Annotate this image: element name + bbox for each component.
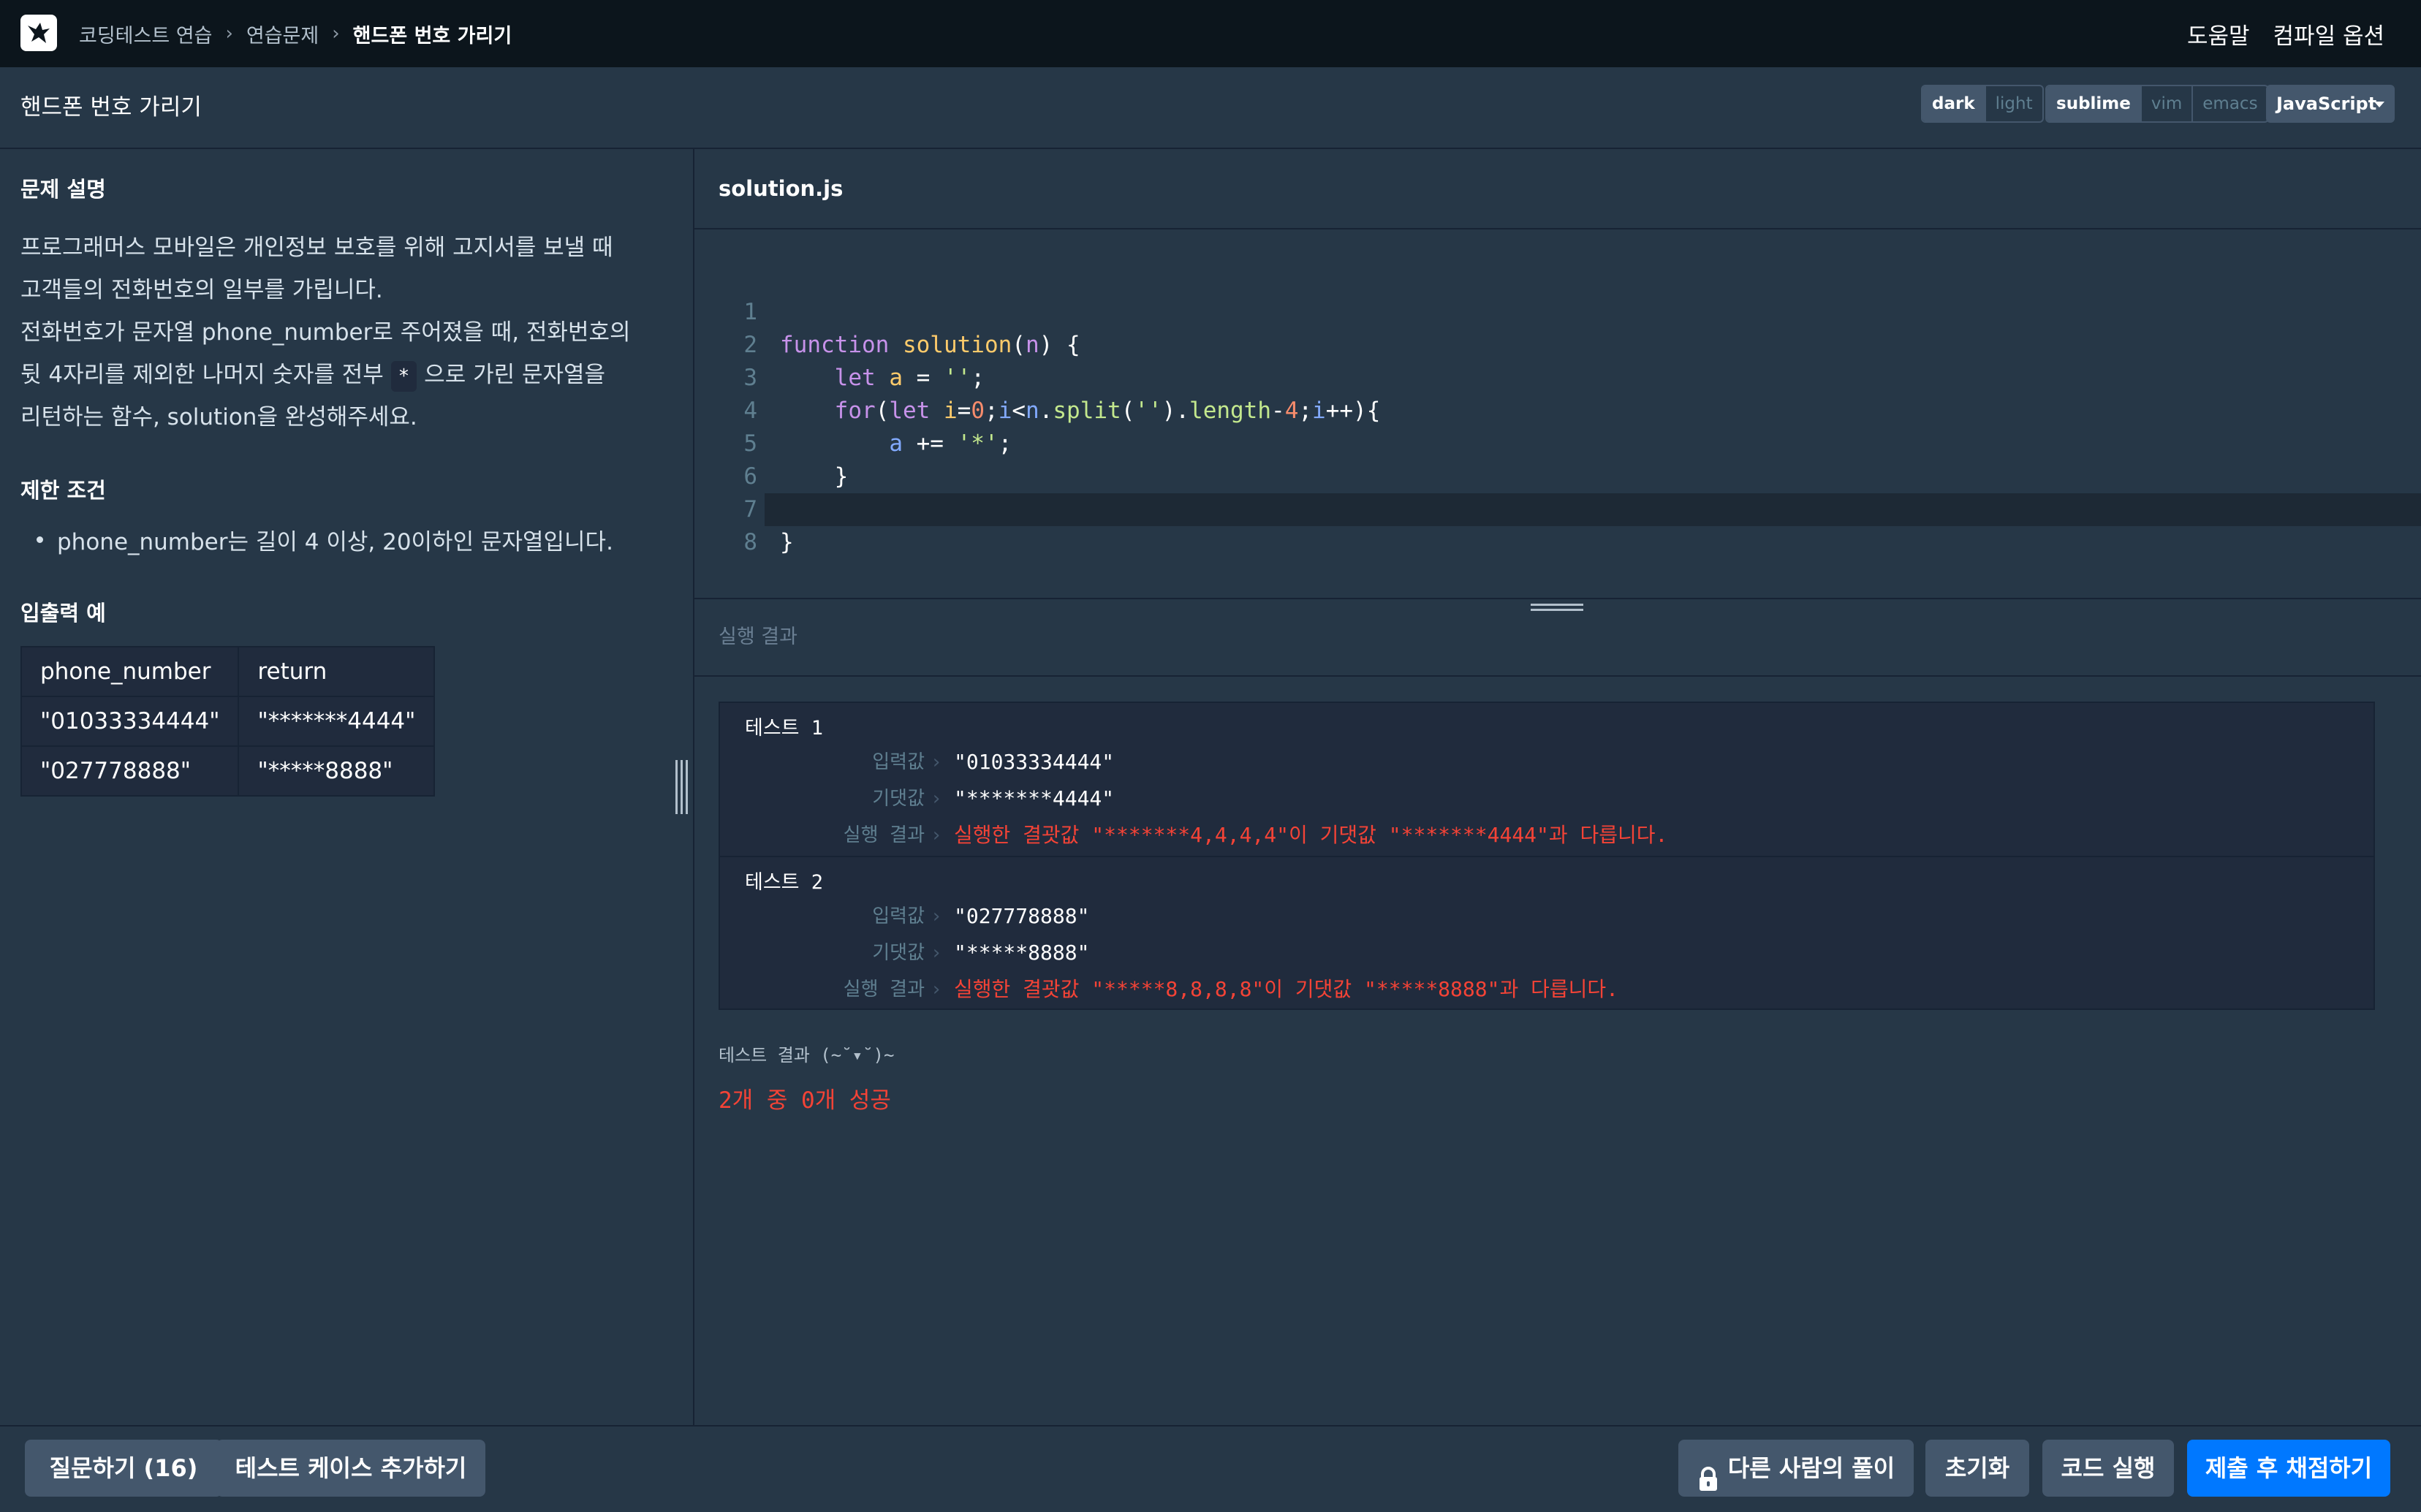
description-line: 전화번호가 문자열 phone_number로 주어졌을 때, 전화번호의 [20, 319, 631, 346]
chevron-right-icon: › [332, 23, 340, 45]
inline-code: * [390, 361, 417, 392]
add-testcase-button[interactable]: 테스트 케이스 추가하기 [216, 1440, 485, 1497]
chevron-right-icon: › [225, 23, 233, 45]
result-label: 실행 결과 [843, 824, 925, 846]
code-line[interactable]: 6 return a += n.split('').reverse().spli… [694, 428, 2421, 523]
table-cell: "01033334444" [20, 696, 240, 747]
description-text: 뒷 4자리를 제외한 나머지 숫자를 전부 [20, 362, 384, 388]
test-name: 테스트 2 [745, 871, 824, 894]
code-line[interactable]: 4 a += '*'; [694, 362, 2421, 457]
chevron-right-icon: › [931, 905, 942, 927]
description-heading: 문제 설명 [20, 177, 106, 202]
questions-button[interactable]: 질문하기 (16) [25, 1440, 222, 1497]
result-label: 실행 결과 [843, 979, 925, 1000]
run-code-button[interactable]: 코드 실행 [2042, 1440, 2174, 1497]
table-cell: "*******4444" [238, 696, 436, 747]
expected-value: "*******4444" [954, 786, 1115, 810]
test-case-1: 테스트 1 입력값 › "01033334444" 기댓값 › "*******… [720, 703, 2373, 857]
keymap-toggle: sublime vim emacs [2045, 85, 2269, 123]
theme-light-option[interactable]: light [1984, 86, 2042, 121]
input-label: 입력값 [872, 751, 925, 773]
constraints-heading: 제한 조건 [20, 478, 106, 503]
test-results: 테스트 1 입력값 › "01033334444" 기댓값 › "*******… [719, 702, 2375, 1010]
test-summary-value: 2개 중 0개 성공 [719, 1087, 891, 1114]
reset-button-label: 초기화 [1944, 1454, 2010, 1482]
code-line[interactable]: 2 let a = ''; [694, 296, 2421, 391]
bottom-action-bar: 질문하기 (16) 테스트 케이스 추가하기 다른 사람의 풀이 초기화 코드 … [0, 1425, 2421, 1505]
code-line: 8 [694, 493, 2421, 555]
chevron-right-icon: › [931, 751, 942, 773]
questions-button-label: 질문하기 (16) [49, 1454, 198, 1482]
description-line: 뒷 4자리를 제외한 나머지 숫자를 전부 * 으로 가린 문자열을 [20, 354, 664, 396]
examples-heading: 입출력 예 [20, 601, 106, 626]
table-header: phone_number [20, 646, 240, 697]
theme-dark-option[interactable]: dark [1922, 86, 1985, 121]
description-line: 고객들의 전화번호의 일부를 가립니다. [20, 277, 383, 303]
table-cell: "027778888" [20, 745, 240, 797]
constraint-item: phone_number는 길이 4 이상, 20이하인 문자열입니다. [37, 523, 613, 556]
result-value: 실행한 결괏값 "*****8,8,8,8"이 기댓값 "*****8888"과… [954, 977, 1618, 1001]
language-select[interactable]: JavaScript [2266, 85, 2395, 123]
input-value: "027778888" [954, 904, 1090, 928]
keymap-vim-option[interactable]: vim [2140, 86, 2191, 121]
resize-grip-icon[interactable] [1531, 604, 1583, 615]
chevron-right-icon: › [931, 979, 942, 1000]
test-name: 테스트 1 [745, 717, 824, 740]
description-text: 으로 가린 문자열을 [424, 362, 606, 388]
top-navbar: 코딩테스트 연습 › 연습문제 › 핸드폰 번호 가리기 도움말 컴파일 옵션 [0, 0, 2421, 67]
chevron-right-icon: › [931, 824, 942, 846]
code-line[interactable]: 7 } [694, 460, 2421, 555]
file-name: solution.js [719, 176, 844, 201]
chevron-right-icon: › [931, 942, 942, 964]
page-title: 핸드폰 번호 가리기 [20, 94, 202, 121]
table-header: return [238, 646, 436, 697]
breadcrumb-coding-test[interactable]: 코딩테스트 연습 [79, 20, 212, 48]
submit-button[interactable]: 제출 후 채점하기 [2187, 1440, 2390, 1497]
test-summary-label: 테스트 결과 (~˘▾˘)~ [719, 1045, 895, 1065]
problem-description: 프로그래머스 모바일은 개인정보 보호를 위해 고지서를 보낼 때 고객들의 전… [20, 227, 664, 438]
test-case-2: 테스트 2 입력값 › "027778888" 기댓값 › "*****8888… [720, 857, 2373, 1010]
others-solutions-button[interactable]: 다른 사람의 풀이 [1678, 1440, 1914, 1497]
file-tab: solution.js [694, 149, 2421, 229]
keymap-sublime-option[interactable]: sublime [2047, 86, 2140, 121]
code-line[interactable]: 1 function solution(n) { [694, 263, 2421, 358]
code-line[interactable]: 5 } [694, 395, 2421, 490]
description-line: 리턴하는 함수, solution을 완성해주세요. [20, 404, 417, 430]
language-select-value: JavaScript [2276, 94, 2377, 114]
keymap-emacs-option[interactable]: emacs [2191, 86, 2267, 121]
output-title: 실행 결과 [719, 626, 797, 648]
table-header-row: phone_number return [20, 646, 436, 697]
add-testcase-button-label: 테스트 케이스 추가하기 [235, 1454, 467, 1482]
line-number: 8 [743, 529, 757, 555]
run-code-button-label: 코드 실행 [2061, 1454, 2156, 1482]
expected-value: "*****8888" [954, 941, 1090, 965]
code-line[interactable]: 3 for(let i=0;i<n.split('').length-4;i++… [694, 329, 2421, 424]
submit-button-label: 제출 후 채점하기 [2205, 1454, 2373, 1482]
reset-button[interactable]: 초기화 [1925, 1440, 2029, 1497]
input-value: "01033334444" [954, 750, 1115, 774]
code-editor: solution.js 1 function solution(n) { 2 l… [694, 149, 2421, 598]
panel-resize-handle[interactable] [674, 760, 690, 814]
compile-options-link[interactable]: 컴파일 옵션 [2273, 18, 2384, 50]
others-solutions-button-label: 다른 사람의 풀이 [1727, 1454, 1895, 1482]
input-label: 입력값 [872, 905, 925, 927]
example-table: phone_number return "01033334444" "*****… [20, 646, 436, 797]
table-row: "027778888" "*****8888" [20, 745, 436, 797]
table-row: "01033334444" "*******4444" [20, 696, 436, 747]
programmers-logo-icon[interactable] [20, 15, 57, 51]
expected-label: 기댓값 [872, 942, 925, 964]
chevron-right-icon: › [931, 788, 942, 810]
table-cell: "*****8888" [238, 745, 436, 797]
breadcrumb-current: 핸드폰 번호 가리기 [352, 24, 512, 48]
expected-label: 기댓값 [872, 788, 925, 810]
breadcrumb-practice[interactable]: 연습문제 [246, 20, 319, 48]
breadcrumb: 코딩테스트 연습 › 연습문제 › 핸드폰 번호 가리기 [79, 0, 512, 67]
theme-toggle: dark light [1921, 85, 2044, 123]
code-area[interactable]: 1 function solution(n) { 2 let a = ''; 3… [694, 229, 2421, 598]
caret-down-icon [2374, 102, 2384, 107]
result-value: 실행한 결괏값 "*******4,4,4,4"이 기댓값 "*******44… [954, 823, 1668, 847]
lock-icon [1697, 1455, 1719, 1491]
help-link[interactable]: 도움말 [2187, 18, 2250, 50]
description-line: 프로그래머스 모바일은 개인정보 보호를 위해 고지서를 보낼 때 [20, 235, 613, 261]
